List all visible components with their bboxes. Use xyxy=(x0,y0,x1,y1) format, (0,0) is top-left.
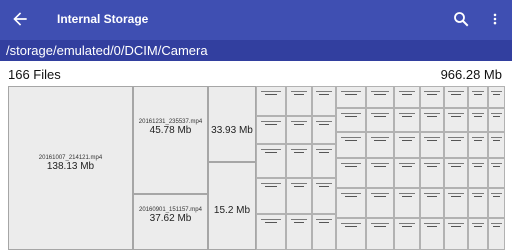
treemap-tile[interactable] xyxy=(312,144,336,178)
treemap-tile[interactable] xyxy=(256,116,286,144)
treemap-tile[interactable] xyxy=(468,132,488,158)
treemap-tile[interactable] xyxy=(444,108,468,132)
treemap-tile[interactable] xyxy=(420,86,444,108)
treemap-tile[interactable] xyxy=(488,86,505,108)
treemap-tile[interactable] xyxy=(394,218,420,250)
treemap-tile[interactable] xyxy=(488,132,505,158)
treemap-tile[interactable] xyxy=(256,86,286,116)
treemap-tile[interactable] xyxy=(336,86,366,108)
treemap-tile[interactable] xyxy=(468,188,488,218)
treemap-tile[interactable] xyxy=(312,116,336,144)
treemap-tile[interactable] xyxy=(468,158,488,188)
more-vert-icon[interactable] xyxy=(488,10,502,28)
treemap-tile[interactable] xyxy=(488,188,505,218)
treemap-tile[interactable] xyxy=(286,116,312,144)
treemap-tile[interactable] xyxy=(488,158,505,188)
treemap-tile[interactable]: 20161231_235537.mp4 45.78 Mb xyxy=(133,86,208,194)
treemap-tile[interactable] xyxy=(468,218,488,250)
treemap-tile[interactable] xyxy=(336,108,366,132)
treemap-tile[interactable] xyxy=(286,144,312,178)
treemap-tile[interactable] xyxy=(366,108,394,132)
treemap-tile[interactable] xyxy=(488,218,505,250)
file-count: 166 Files xyxy=(8,67,61,82)
storage-summary: 166 Files 966.28 Mb xyxy=(0,61,512,86)
treemap-tile[interactable] xyxy=(286,86,312,116)
treemap-tile[interactable] xyxy=(336,132,366,158)
treemap-tile[interactable] xyxy=(312,178,336,214)
treemap-tile[interactable] xyxy=(488,108,505,132)
treemap-tile[interactable] xyxy=(312,86,336,116)
treemap-tile[interactable] xyxy=(444,86,468,108)
treemap-tile[interactable] xyxy=(336,188,366,218)
treemap-tile[interactable] xyxy=(420,218,444,250)
treemap-tile[interactable] xyxy=(444,218,468,250)
search-icon[interactable] xyxy=(452,9,470,29)
treemap-tile[interactable] xyxy=(366,132,394,158)
treemap-tile[interactable] xyxy=(256,214,286,250)
treemap-tile[interactable] xyxy=(286,214,312,250)
treemap-tile[interactable]: 33.93 Mb xyxy=(208,86,256,162)
treemap-tile[interactable] xyxy=(420,108,444,132)
treemap-tile[interactable] xyxy=(312,214,336,250)
treemap-tile[interactable] xyxy=(394,188,420,218)
treemap-tile[interactable] xyxy=(394,108,420,132)
treemap-tile[interactable] xyxy=(468,86,488,108)
treemap-tile[interactable] xyxy=(420,132,444,158)
treemap-tile[interactable] xyxy=(444,158,468,188)
treemap-tile[interactable] xyxy=(366,158,394,188)
treemap-tile[interactable]: 20160901_151157.mp4 37.62 Mb xyxy=(133,194,208,250)
path-breadcrumb[interactable]: /storage/emulated/0/DCIM/Camera xyxy=(0,40,512,61)
treemap-tile[interactable] xyxy=(256,178,286,214)
treemap-tile[interactable] xyxy=(366,188,394,218)
storage-treemap: 20161007_214121.mp4 138.13 Mb 20161231_2… xyxy=(8,86,505,250)
treemap-tile[interactable] xyxy=(336,218,366,250)
treemap-tile[interactable] xyxy=(394,132,420,158)
total-size: 966.28 Mb xyxy=(440,67,502,82)
treemap-tile[interactable] xyxy=(394,86,420,108)
treemap-tile[interactable]: 15.2 Mb xyxy=(208,162,256,250)
treemap-tile[interactable]: 20161007_214121.mp4 138.13 Mb xyxy=(8,86,133,250)
treemap-tile[interactable] xyxy=(286,178,312,214)
arrow-left-icon[interactable] xyxy=(10,9,30,29)
treemap-tile[interactable] xyxy=(394,158,420,188)
treemap-tile[interactable] xyxy=(366,218,394,250)
treemap-tile[interactable] xyxy=(366,86,394,108)
treemap-tile[interactable] xyxy=(420,188,444,218)
treemap-tile[interactable] xyxy=(256,144,286,178)
treemap-tile[interactable] xyxy=(336,158,366,188)
treemap-tile[interactable] xyxy=(468,108,488,132)
app-bar: Internal Storage xyxy=(0,0,512,40)
page-title: Internal Storage xyxy=(57,12,149,26)
treemap-tile[interactable] xyxy=(444,188,468,218)
treemap-tile[interactable] xyxy=(444,132,468,158)
treemap-tile[interactable] xyxy=(420,158,444,188)
